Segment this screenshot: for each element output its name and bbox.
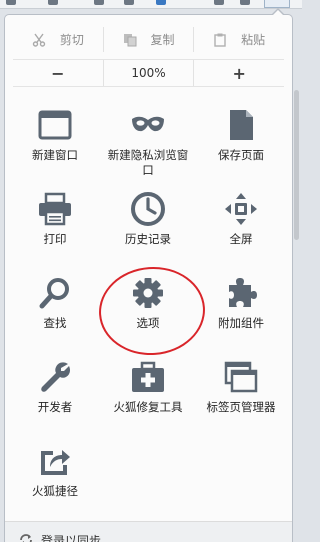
gear-icon <box>130 275 166 311</box>
shortcut-label: 火狐捷径 <box>32 484 78 498</box>
private-mask-icon <box>130 107 166 143</box>
sync-footer[interactable]: 登录以同步 <box>5 521 292 542</box>
print-button[interactable]: 打印 <box>10 185 100 269</box>
developer-label: 开发者 <box>37 400 73 414</box>
clipboard-icon <box>213 33 227 47</box>
toolbar-icon[interactable] <box>6 0 16 5</box>
toolbox-icon <box>130 359 166 395</box>
history-button[interactable]: 历史记录 <box>103 185 193 269</box>
new-private-window-button[interactable]: 新建隐私浏览窗口 <box>103 101 193 185</box>
toolbar-icon[interactable] <box>124 0 134 5</box>
fullscreen-button[interactable]: 全屏 <box>196 185 286 269</box>
toolbar-icon[interactable] <box>240 0 250 5</box>
zoom-controls: − 100% + <box>13 59 284 87</box>
toolbar-icon[interactable] <box>94 0 104 5</box>
share-shortcut-icon <box>37 443 73 479</box>
repair-tool-button[interactable]: 火狐修复工具 <box>103 353 193 437</box>
history-label: 历史记录 <box>125 232 171 246</box>
cut-label: 剪切 <box>59 33 84 47</box>
save-page-label: 保存页面 <box>218 148 264 162</box>
find-label: 查找 <box>43 316 67 330</box>
copy-button[interactable]: 复制 <box>102 27 194 52</box>
search-icon <box>37 275 73 311</box>
tab-manager-label: 标签页管理器 <box>206 400 276 414</box>
save-page-icon <box>223 107 259 143</box>
paste-button[interactable]: 粘贴 <box>193 27 284 52</box>
addons-label: 附加组件 <box>218 316 264 330</box>
options-label: 选项 <box>136 316 160 330</box>
page-scrollbar[interactable] <box>294 90 299 240</box>
new-window-button[interactable]: 新建窗口 <box>10 101 100 185</box>
new-private-window-label: 新建隐私浏览窗口 <box>107 148 189 177</box>
shortcut-button[interactable]: 火狐捷径 <box>10 437 100 521</box>
find-button[interactable]: 查找 <box>10 269 100 353</box>
zoom-out-button[interactable]: − <box>13 60 103 86</box>
print-icon <box>37 191 73 227</box>
addons-button[interactable]: 附加组件 <box>196 269 286 353</box>
zoom-reset-button[interactable]: 100% <box>102 60 194 86</box>
fullscreen-icon <box>223 191 259 227</box>
tab-manager-button[interactable]: 标签页管理器 <box>196 353 286 437</box>
paste-label: 粘贴 <box>241 33 266 47</box>
sync-label: 登录以同步 <box>41 533 102 542</box>
save-page-button[interactable]: 保存页面 <box>196 101 286 185</box>
fullscreen-label: 全屏 <box>229 232 253 246</box>
toolbar-icon[interactable] <box>156 0 166 5</box>
menu-button[interactable] <box>264 0 290 8</box>
tab-manager-icon <box>223 359 259 395</box>
edit-controls: 剪切 复制 粘贴 <box>13 27 284 52</box>
new-window-label: 新建窗口 <box>32 148 78 162</box>
browser-toolbar <box>0 0 302 9</box>
firefox-menu-panel: 剪切 复制 粘贴 − 100% + 新建窗口 新建隐私浏览窗口 保存页面 打印 … <box>4 14 293 542</box>
copy-label: 复制 <box>150 33 175 47</box>
print-label: 打印 <box>43 232 67 246</box>
repair-tool-label: 火狐修复工具 <box>113 400 183 414</box>
options-button[interactable]: 选项 <box>103 269 193 353</box>
sync-icon <box>19 533 33 542</box>
developer-button[interactable]: 开发者 <box>10 353 100 437</box>
new-window-icon <box>37 107 73 143</box>
puzzle-icon <box>223 275 259 311</box>
cut-button[interactable]: 剪切 <box>13 27 103 52</box>
scissors-icon <box>32 33 46 47</box>
zoom-in-button[interactable]: + <box>193 60 284 86</box>
history-clock-icon <box>130 191 166 227</box>
toolbar-icon[interactable] <box>214 0 224 5</box>
toolbar-icon[interactable] <box>48 0 58 5</box>
wrench-icon <box>37 359 73 395</box>
copy-icon <box>123 33 137 47</box>
panel-arrow-inner <box>272 10 284 16</box>
